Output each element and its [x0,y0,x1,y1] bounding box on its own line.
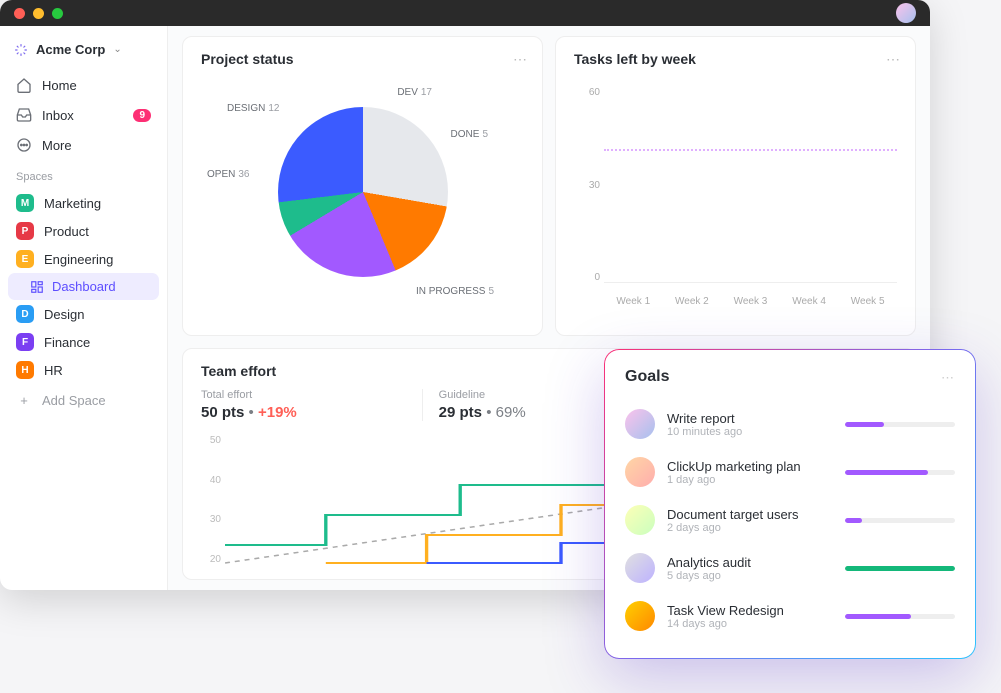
nav-more[interactable]: More [8,131,159,159]
titlebar [0,0,930,26]
metric: Total effort50 pts • +19% [201,389,422,421]
nav-label: Inbox [42,108,74,123]
goal-row[interactable]: Write report10 minutes ago [625,400,955,448]
space-label: HR [44,363,63,378]
pie-chart [278,107,448,277]
pie-label-dev: DEV 17 [397,87,432,98]
goal-avatar [625,505,655,535]
goal-progress [845,518,955,523]
space-label: Marketing [44,196,101,211]
space-item-design[interactable]: D Design [8,300,159,328]
chevron-down-icon: ⌄ [113,44,121,55]
workspace-name: Acme Corp [36,42,105,57]
goal-progress [845,614,955,619]
space-item-marketing[interactable]: M Marketing [8,189,159,217]
workspace-selector[interactable]: Acme Corp ⌄ [8,38,159,61]
goal-avatar [625,601,655,631]
space-icon: D [16,305,34,323]
card-title: Project status [201,51,524,67]
goal-name: Analytics audit [667,555,833,570]
goal-row[interactable]: Document target users2 days ago [625,496,955,544]
space-label: Product [44,224,89,239]
maximize-icon[interactable] [52,8,63,19]
more-icon [16,137,32,153]
goal-row[interactable]: ClickUp marketing plan1 day ago [625,448,955,496]
pie-label-design: DESIGN 12 [227,103,279,114]
space-label: Finance [44,335,90,350]
plus-icon: + [16,392,32,408]
close-icon[interactable] [14,8,25,19]
nav-inbox[interactable]: Inbox 9 [8,101,159,129]
goal-progress [845,566,955,571]
goals-menu-icon[interactable]: ⋯ [941,370,955,386]
goal-progress [845,470,955,475]
add-space-button[interactable]: + Add Space [8,386,159,414]
goal-name: Write report [667,411,833,426]
nav-home[interactable]: Home [8,71,159,99]
goal-time: 10 minutes ago [667,426,833,438]
minimize-icon[interactable] [33,8,44,19]
goal-row[interactable]: Task View Redesign14 days ago [625,592,955,640]
space-item-hr[interactable]: H HR [8,356,159,384]
goal-time: 1 day ago [667,474,833,486]
space-sub-dashboard[interactable]: Dashboard [8,273,159,300]
nav-label: Home [42,78,77,93]
goal-time: 14 days ago [667,618,833,630]
bar-chart: 60300 Week 1Week 2Week 3Week 4Week 5 [574,77,897,307]
goal-name: Task View Redesign [667,603,833,618]
goal-avatar [625,457,655,487]
dashboard-icon [30,280,44,294]
inbox-badge: 9 [133,109,151,122]
pie-label-open: OPEN 36 [207,169,249,180]
tasks-left-card: Tasks left by week ⋯ 60300 Week 1Week 2W… [555,36,916,336]
window-controls[interactable] [14,8,63,19]
space-icon: H [16,361,34,379]
goal-time: 5 days ago [667,570,833,582]
goal-time: 2 days ago [667,522,833,534]
home-icon [16,77,32,93]
workspace-logo-icon [14,43,28,57]
pie-label-done: DONE 5 [451,129,488,140]
goal-name: Document target users [667,507,833,522]
pie-label-inprogress: IN PROGRESS 5 [416,286,494,297]
sidebar: Acme Corp ⌄ Home Inbox 9 More Spaces M Ma… [0,26,168,590]
spaces-section-label: Spaces [8,161,159,187]
goals-panel: Goals ⋯ Write report10 minutes ago Click… [605,350,975,658]
nav-label: More [42,138,72,153]
project-status-card: Project status ⋯ DEV 17 DONE 5 IN PROGRE… [182,36,543,336]
inbox-icon [16,107,32,123]
card-menu-icon[interactable]: ⋯ [886,51,901,68]
space-icon: P [16,222,34,240]
card-title: Tasks left by week [574,51,897,67]
space-label: Design [44,307,84,322]
space-icon: M [16,194,34,212]
goal-progress [845,422,955,427]
goal-avatar [625,553,655,583]
card-menu-icon[interactable]: ⋯ [513,51,528,68]
goals-title: Goals [625,368,955,386]
add-space-label: Add Space [42,393,106,408]
user-avatar[interactable] [896,3,916,23]
goal-name: ClickUp marketing plan [667,459,833,474]
goal-avatar [625,409,655,439]
goal-row[interactable]: Analytics audit5 days ago [625,544,955,592]
space-item-engineering[interactable]: E Engineering [8,245,159,273]
space-icon: E [16,250,34,268]
space-item-product[interactable]: P Product [8,217,159,245]
space-label: Engineering [44,252,113,267]
space-item-finance[interactable]: F Finance [8,328,159,356]
space-icon: F [16,333,34,351]
